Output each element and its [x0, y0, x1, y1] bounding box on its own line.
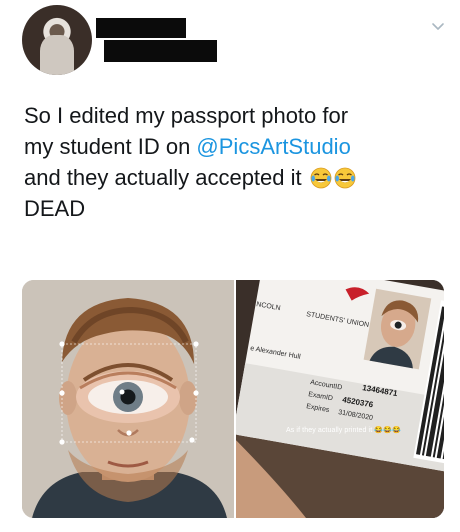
tweet-text-segment: my student ID on [24, 134, 197, 159]
display-name-redaction [96, 18, 186, 38]
student-id-photo[interactable]: NCOLN STUDENTS' UNION e Alexander Hull A… [236, 280, 444, 518]
username-redaction [104, 40, 217, 62]
tweet-line: and they actually accepted it [24, 162, 444, 193]
chevron-down-icon[interactable] [428, 16, 448, 36]
tweet-line: my student ID on @PicsArtStudio [24, 131, 444, 162]
tweet-text-segment: and they actually accepted it [24, 165, 302, 190]
tweet-header [0, 0, 460, 80]
overlay-caption-text: As if they actually printed it [286, 427, 373, 434]
tweet-line: So I edited my passport photo for [24, 103, 349, 128]
tweet-body: So I edited my passport photo for my stu… [24, 100, 444, 224]
student-id-card-illustration: NCOLN STUDENTS' UNION e Alexander Hull A… [236, 280, 444, 518]
tweet-line: DEAD [24, 196, 86, 221]
tweet-media[interactable]: NCOLN STUDENTS' UNION e Alexander Hull A… [22, 280, 444, 518]
tears-of-joy-emoji-icon [310, 167, 332, 189]
avatar[interactable] [22, 5, 92, 75]
tears-of-joy-emoji-icon [334, 167, 356, 189]
overlay-caption: As if they actually printed it 😂😂😂 [286, 427, 401, 434]
edited-passport-photo[interactable] [22, 280, 234, 518]
edited-face-illustration [22, 280, 234, 518]
mention-link[interactable]: @PicsArtStudio [196, 134, 350, 159]
